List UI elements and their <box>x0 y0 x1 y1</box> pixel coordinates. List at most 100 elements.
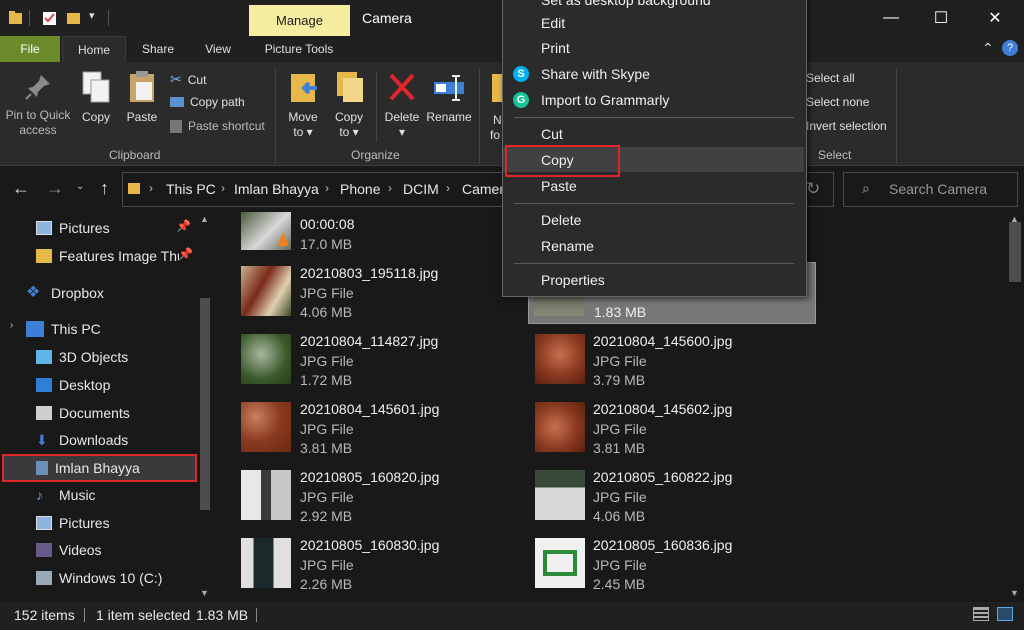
invert-selection-button[interactable]: Invert selection <box>806 119 887 133</box>
nav-item-features-image[interactable]: Features Image Thu <box>36 243 179 269</box>
menu-item-share-skype[interactable]: Share with Skype <box>503 61 806 87</box>
rename-ribbon-button[interactable]: Rename <box>426 70 472 125</box>
file-name[interactable]: 20210804_114827.jpg <box>300 333 438 349</box>
paste-shortcut-button[interactable]: Paste shortcut <box>170 119 265 133</box>
file-thumbnail[interactable] <box>535 538 585 588</box>
breadcrumb-device[interactable]: Imlan Bhayya <box>234 181 319 197</box>
breadcrumb-camera[interactable]: Camer <box>462 181 502 197</box>
folder-icon[interactable] <box>9 11 22 25</box>
menu-item-print[interactable]: Print <box>503 35 806 61</box>
up-arrow-icon[interactable]: ↑ <box>100 178 109 199</box>
cut-ribbon-button[interactable]: ✂ Cut <box>170 71 206 88</box>
file-thumbnail[interactable] <box>241 266 291 316</box>
select-all-button[interactable]: Select all <box>806 71 855 85</box>
pin-icon[interactable]: 📌 <box>178 247 193 261</box>
breadcrumb-separator[interactable]: › <box>325 181 329 195</box>
menu-item-rename[interactable]: Rename <box>503 233 806 259</box>
breadcrumb-separator[interactable]: › <box>149 181 153 195</box>
qat-divider <box>108 10 109 26</box>
pin-icon[interactable]: 📌 <box>176 219 191 233</box>
file-name[interactable]: 20210805_160830.jpg <box>300 537 439 553</box>
file-thumbnail[interactable] <box>241 470 291 520</box>
cut-ribbon-label: Cut <box>187 72 207 87</box>
breadcrumb-this-pc[interactable]: This PC <box>166 181 216 197</box>
breadcrumb-separator[interactable]: › <box>388 181 392 195</box>
file-list-scrollbar-thumb[interactable] <box>1009 222 1021 282</box>
file-name[interactable]: 20210805_160820.jpg <box>300 469 439 485</box>
details-view-icon[interactable] <box>973 607 989 621</box>
qat-dropdown-icon[interactable]: ▾ <box>89 9 95 22</box>
file-thumbnail[interactable] <box>535 334 585 384</box>
tab-share[interactable]: Share <box>129 36 187 62</box>
copy-path-button[interactable]: Copy path <box>170 95 245 109</box>
forward-arrow-icon[interactable]: → <box>46 178 64 199</box>
recent-locations-icon[interactable]: ⌄ <box>76 181 84 192</box>
collapse-ribbon-icon[interactable]: ⌃ <box>982 40 994 57</box>
move-to-label-line2: to ▾ <box>293 125 313 139</box>
tab-file[interactable]: File <box>0 36 60 62</box>
nav-item-dropbox[interactable]: ❖ Dropbox <box>26 280 226 306</box>
file-name[interactable]: 20210804_145600.jpg <box>593 333 732 349</box>
nav-label: Features Image Thu <box>59 248 179 264</box>
copy-to-button[interactable]: Copy to ▾ <box>330 70 368 140</box>
back-arrow-icon[interactable]: ← <box>12 178 30 199</box>
move-to-button[interactable]: Move to ▾ <box>284 70 322 140</box>
file-thumbnail[interactable] <box>241 334 291 384</box>
pin-to-quick-access-button[interactable]: Pin to Quick access <box>4 72 72 138</box>
tab-home[interactable]: Home <box>62 36 126 62</box>
menu-item-cut[interactable]: Cut <box>503 121 806 147</box>
file-size: 2.26 MB <box>300 576 353 592</box>
paste-ribbon-button[interactable]: Paste <box>122 70 162 125</box>
refresh-icon[interactable]: ↻ <box>806 179 820 199</box>
delete-dropdown-icon: ▾ <box>398 125 406 139</box>
selected-file-thumbnail <box>534 296 584 316</box>
select-all-label: Select all <box>806 71 855 85</box>
file-name[interactable]: 20210805_160822.jpg <box>593 469 732 485</box>
select-none-button[interactable]: Select none <box>806 95 869 109</box>
maximize-button[interactable]: ☐ <box>918 0 964 36</box>
properties-check-icon[interactable] <box>43 11 56 25</box>
file-name[interactable]: 20210803_195118.jpg <box>300 265 438 281</box>
nav-item-this-pc[interactable]: This PC <box>26 316 226 342</box>
expand-chevron-icon[interactable]: › <box>10 320 13 331</box>
help-icon[interactable]: ? <box>1002 40 1018 56</box>
breadcrumb-separator[interactable]: › <box>221 181 225 195</box>
manage-context-tab[interactable]: Manage <box>249 5 350 36</box>
delete-ribbon-button[interactable]: Delete ▾ <box>382 70 422 140</box>
file-thumbnail[interactable] <box>535 470 585 520</box>
scroll-down-icon[interactable]: ▼ <box>200 588 209 598</box>
file-name[interactable]: 20210804_145601.jpg <box>300 401 439 417</box>
qat-divider <box>29 10 30 26</box>
breadcrumb-phone[interactable]: Phone <box>340 181 380 197</box>
new-folder-icon[interactable] <box>67 11 80 25</box>
menu-item-grammarly[interactable]: Import to Grammarly <box>503 87 806 113</box>
file-thumbnail[interactable] <box>241 538 291 588</box>
menu-item-properties[interactable]: Properties <box>503 267 806 293</box>
menu-item-delete[interactable]: Delete <box>503 207 806 233</box>
scroll-down-icon[interactable]: ▼ <box>1010 588 1019 598</box>
tab-picture-tools[interactable]: Picture Tools <box>250 36 348 62</box>
minimize-button[interactable]: — <box>868 0 914 36</box>
computer-icon <box>26 321 44 337</box>
scroll-up-icon[interactable]: ▲ <box>1010 214 1019 224</box>
file-name[interactable]: 20210805_160836.jpg <box>593 537 732 553</box>
tab-view[interactable]: View <box>190 36 246 62</box>
pin-label-line1: Pin to Quick <box>5 108 71 122</box>
nav-label: This PC <box>51 321 101 337</box>
large-icons-view-icon[interactable] <box>997 607 1013 621</box>
file-thumbnail[interactable] <box>535 402 585 452</box>
nav-scrollbar-thumb[interactable] <box>200 298 210 510</box>
menu-item-paste[interactable]: Paste <box>503 173 806 199</box>
organize-group-label: Organize <box>351 148 400 162</box>
breadcrumb-dcim[interactable]: DCIM <box>403 181 439 197</box>
close-button[interactable]: ✕ <box>972 0 1018 36</box>
documents-icon <box>36 406 52 420</box>
breadcrumb-separator[interactable]: › <box>446 181 450 195</box>
file-thumbnail[interactable] <box>241 402 291 452</box>
scroll-up-icon[interactable]: ▲ <box>200 214 209 224</box>
menu-item-edit[interactable]: Edit <box>503 10 806 36</box>
video-thumbnail[interactable] <box>241 212 291 250</box>
file-name[interactable]: 20210804_145602.jpg <box>593 401 732 417</box>
search-input[interactable]: Search Camera <box>889 181 987 197</box>
copy-ribbon-button[interactable]: Copy <box>78 70 114 125</box>
